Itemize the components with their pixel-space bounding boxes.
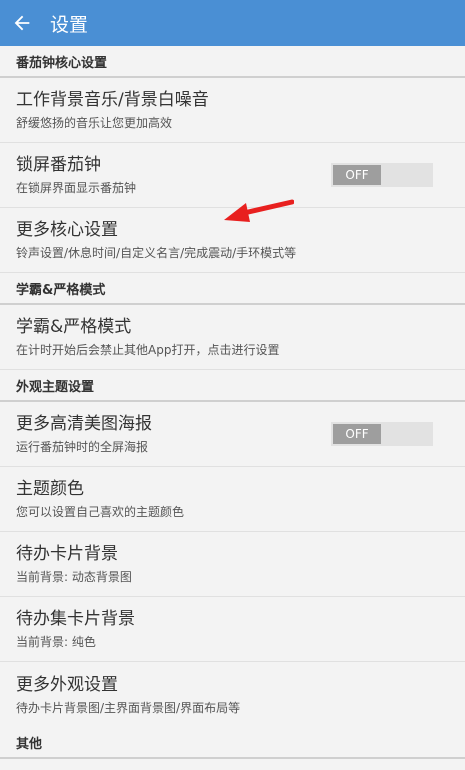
setting-title: 学霸&严格模式	[16, 317, 132, 337]
setting-title: 锁屏番茄钟	[16, 155, 101, 175]
setting-subtitle: 当前背景: 纯色	[16, 635, 96, 649]
setting-more-appearance[interactable]: 更多外观设置 待办卡片背景图/主界面背景图/界面布局等	[0, 662, 465, 727]
setting-todo-card-bg[interactable]: 待办卡片背景 当前背景: 动态背景图	[0, 532, 465, 597]
setting-title: 工作背景音乐/背景白噪音	[16, 90, 209, 110]
setting-todoset-card-bg[interactable]: 待办集卡片背景 当前背景: 纯色	[0, 597, 465, 662]
setting-hd-poster[interactable]: 更多高清美图海报 运行番茄钟时的全屏海报 OFF	[0, 402, 465, 467]
arrow-left-icon	[14, 15, 30, 31]
setting-title: 更多核心设置	[16, 220, 118, 240]
setting-title: 更多外观设置	[16, 674, 118, 695]
section-header-other: 其他	[0, 727, 465, 759]
setting-subtitle: 铃声设置/休息时间/自定义名言/完成震动/手环模式等	[16, 246, 297, 260]
page-title: 设置	[50, 13, 89, 36]
app-bar: 设置	[0, 0, 465, 46]
setting-subtitle: 待办卡片背景图/主界面背景图/界面布局等	[16, 700, 241, 715]
setting-theme-color[interactable]: 主题颜色 您可以设置自己喜欢的主题颜色	[0, 467, 465, 532]
section-header-strict: 学霸&严格模式	[0, 273, 465, 305]
setting-title: 主题颜色	[16, 479, 84, 499]
toggle-state: OFF	[333, 424, 381, 444]
back-button[interactable]	[0, 0, 44, 46]
setting-subtitle: 当前背景: 动态背景图	[16, 570, 132, 584]
setting-subtitle: 在计时开始后会禁止其他App打开，点击进行设置	[16, 343, 280, 357]
settings-screen: 设置 番茄钟核心设置 工作背景音乐/背景白噪音 舒缓悠扬的音乐让您更加高效 锁屏…	[0, 0, 465, 770]
section-header-theme: 外观主题设置	[0, 370, 465, 402]
setting-title: 待办集卡片背景	[16, 609, 135, 629]
setting-subtitle: 舒缓悠扬的音乐让您更加高效	[16, 116, 173, 130]
setting-subtitle: 运行番茄钟时的全屏海报	[16, 440, 149, 454]
setting-more-core[interactable]: 更多核心设置 铃声设置/休息时间/自定义名言/完成震动/手环模式等	[0, 208, 465, 273]
lock-screen-toggle[interactable]: OFF	[331, 163, 433, 187]
setting-subtitle: 您可以设置自己喜欢的主题颜色	[16, 505, 185, 519]
section-header-core: 番茄钟核心设置	[0, 46, 465, 78]
hd-poster-toggle[interactable]: OFF	[331, 422, 433, 446]
toggle-state: OFF	[333, 165, 381, 185]
setting-title: 更多高清美图海报	[16, 414, 152, 434]
setting-title: 待办卡片背景	[16, 544, 118, 564]
setting-strict-mode[interactable]: 学霸&严格模式 在计时开始后会禁止其他App打开，点击进行设置	[0, 305, 465, 370]
setting-subtitle: 在锁屏界面显示番茄钟	[16, 181, 137, 195]
setting-background-music[interactable]: 工作背景音乐/背景白噪音 舒缓悠扬的音乐让您更加高效	[0, 78, 465, 143]
setting-lock-screen[interactable]: 锁屏番茄钟 在锁屏界面显示番茄钟 OFF	[0, 143, 465, 208]
